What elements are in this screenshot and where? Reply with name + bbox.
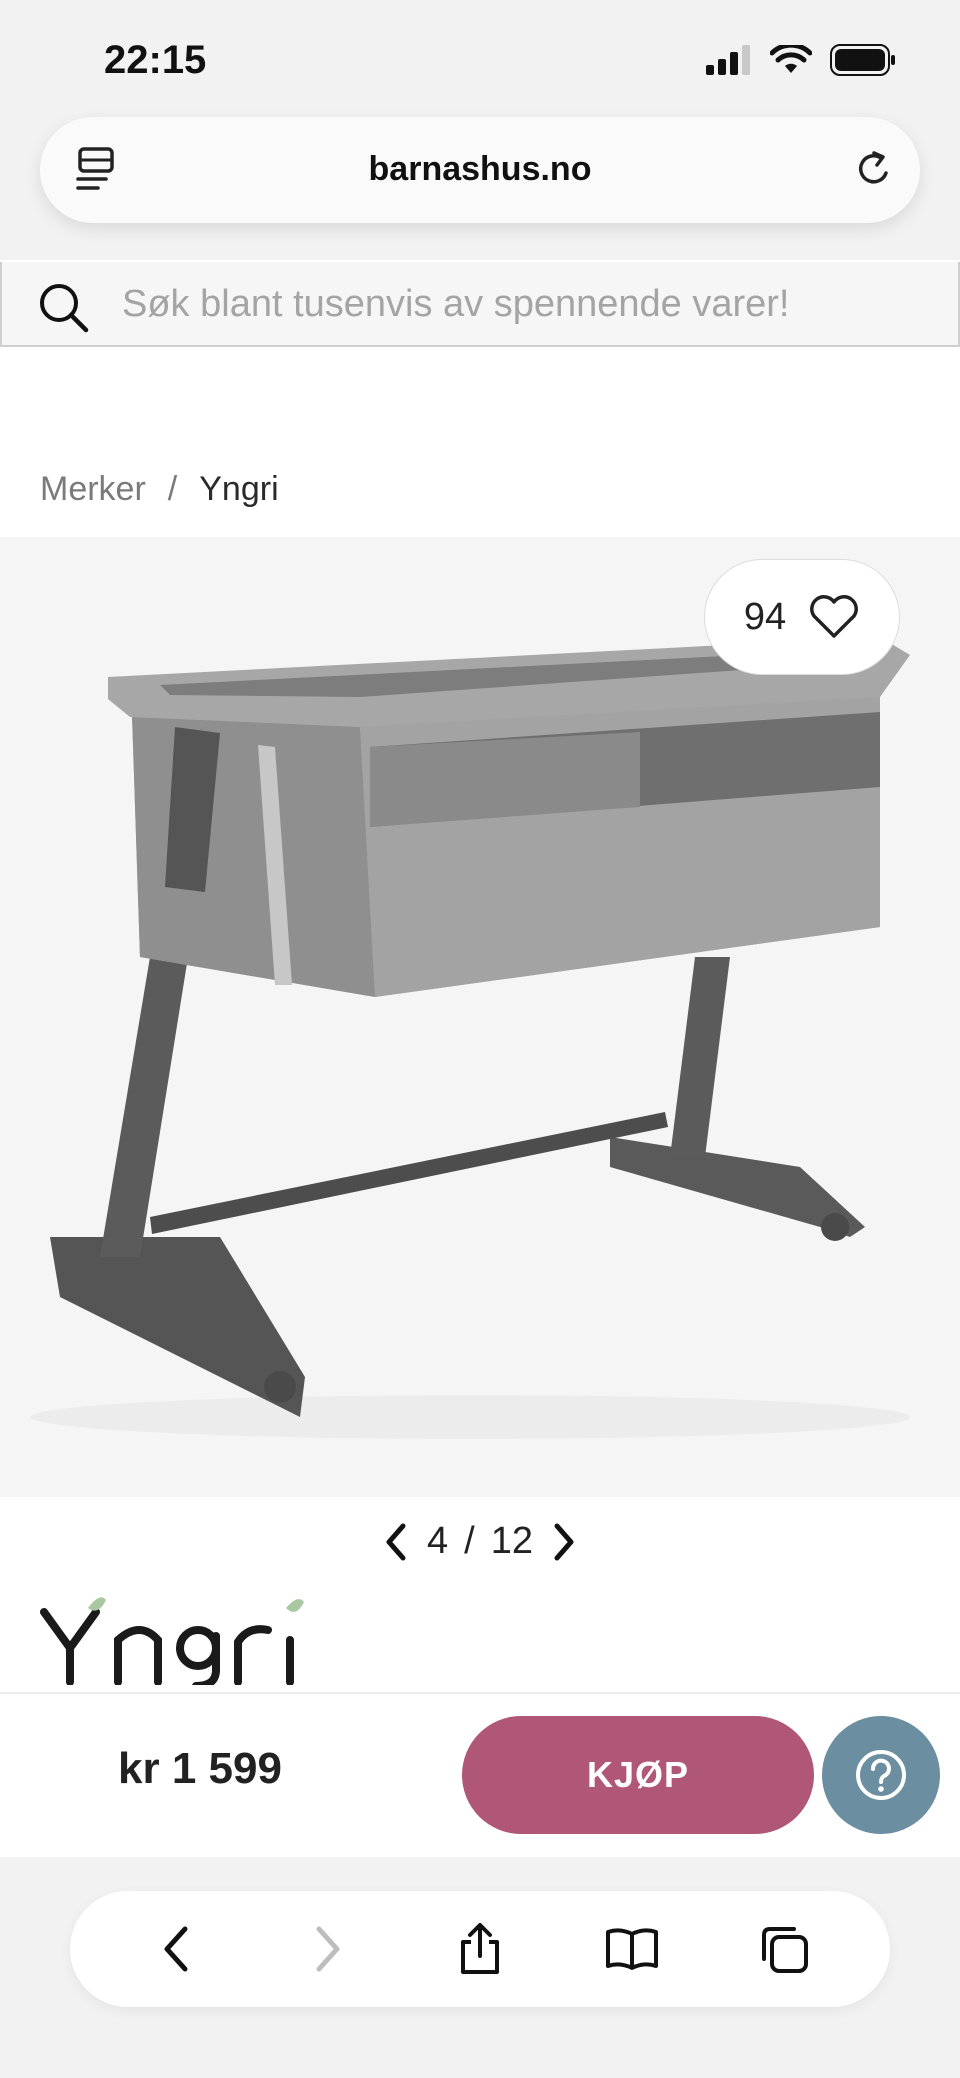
browser-address-area: barnashus.no bbox=[0, 115, 960, 260]
heart-icon[interactable] bbox=[808, 594, 860, 640]
product-image[interactable]: 94 bbox=[0, 537, 960, 1497]
pager-total: 12 bbox=[490, 1520, 533, 1562]
forward-button[interactable] bbox=[288, 1909, 368, 1989]
search-bar bbox=[0, 262, 960, 347]
reload-icon[interactable] bbox=[852, 147, 896, 196]
url-text[interactable]: barnashus.no bbox=[40, 150, 920, 189]
browser-toolbar bbox=[70, 1891, 890, 2007]
product-price: kr 1 599 bbox=[118, 1744, 282, 1793]
tabs-icon bbox=[762, 1927, 808, 1973]
help-button[interactable] bbox=[822, 1716, 940, 1834]
share-button[interactable] bbox=[440, 1909, 520, 1989]
chevron-right-icon[interactable] bbox=[549, 1522, 579, 1562]
cellular-signal-icon bbox=[706, 45, 750, 75]
brand-logo[interactable] bbox=[40, 1590, 310, 1690]
breadcrumb-separator: / bbox=[167, 470, 178, 508]
status-time: 22:15 bbox=[104, 38, 207, 82]
bookmarks-button[interactable] bbox=[592, 1909, 672, 1989]
pager-current: 4 bbox=[427, 1520, 449, 1562]
breadcrumb-item-current[interactable]: Yngri bbox=[199, 470, 278, 509]
browser-toolbar-area bbox=[0, 1857, 960, 2078]
wifi-icon bbox=[770, 45, 812, 73]
image-pager: 4 / 12 bbox=[0, 1520, 960, 1563]
share-icon bbox=[461, 1923, 499, 1974]
back-button[interactable] bbox=[136, 1909, 216, 1989]
breadcrumb: Merker / Yngri bbox=[40, 470, 279, 509]
tabs-button[interactable] bbox=[744, 1909, 824, 1989]
favorite-button[interactable]: 94 bbox=[704, 559, 900, 675]
pager-separator: / bbox=[464, 1520, 475, 1562]
search-icon[interactable] bbox=[38, 282, 90, 339]
search-input[interactable] bbox=[122, 276, 942, 332]
breadcrumb-item-merker[interactable]: Merker bbox=[40, 470, 146, 509]
book-icon bbox=[606, 1928, 658, 1970]
bedside-crib-image bbox=[30, 637, 910, 1439]
status-bar: 22:15 bbox=[0, 0, 960, 115]
chevron-left-icon[interactable] bbox=[381, 1522, 411, 1562]
address-bar[interactable]: barnashus.no bbox=[40, 117, 920, 223]
buy-button[interactable]: KJØP bbox=[462, 1716, 814, 1834]
status-icons bbox=[706, 44, 896, 76]
question-icon bbox=[856, 1750, 906, 1800]
battery-icon bbox=[830, 44, 895, 76]
favorite-count: 94 bbox=[743, 595, 787, 638]
chevron-left-icon bbox=[164, 1926, 188, 1972]
chevron-right-icon bbox=[316, 1926, 340, 1972]
purchase-bar: kr 1 599 KJØP bbox=[0, 1692, 960, 1857]
